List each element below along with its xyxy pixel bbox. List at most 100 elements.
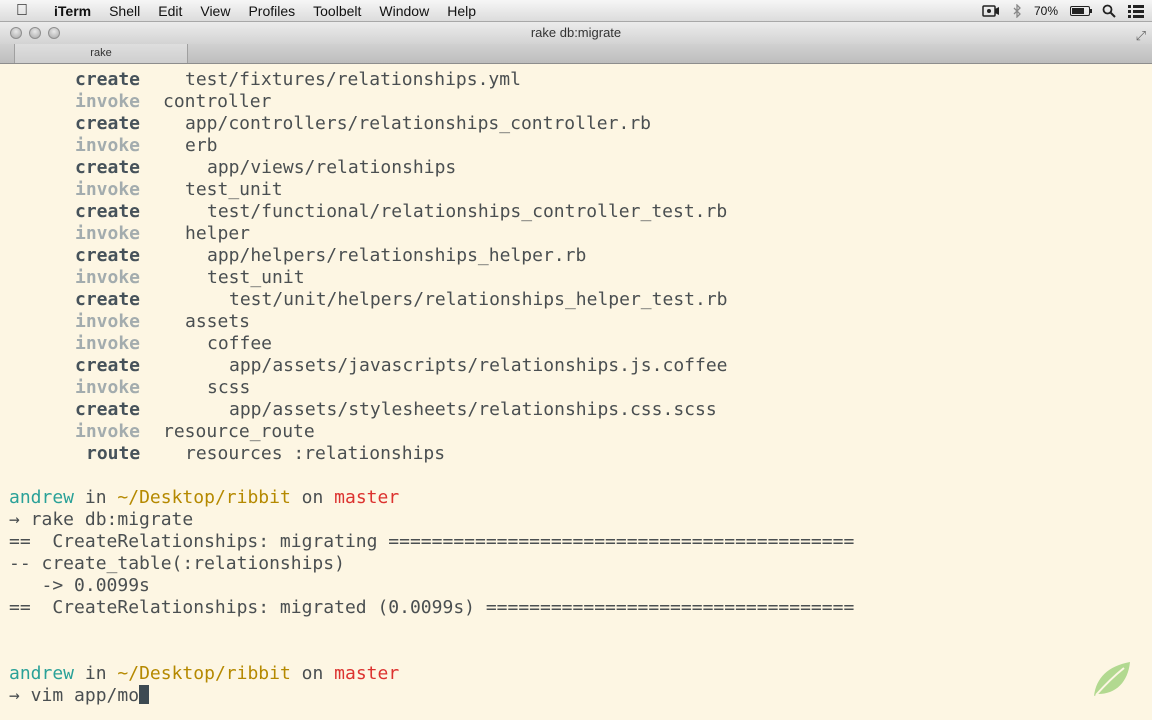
prompt-in: in [84,663,107,684]
generator-path: app/assets/stylesheets/relationships.css… [229,399,717,420]
generator-path: test_unit [185,179,283,200]
menu-toolbelt[interactable]: Toolbelt [304,0,370,22]
generator-path: scss [207,377,251,398]
migration-text: == CreateRelationships: migrating ======… [9,531,855,552]
menu-app-iterm[interactable]: iTerm [44,0,100,22]
zoom-window-button[interactable] [48,27,60,39]
terminal-output[interactable]: create test/fixtures/relationships.yml inv… [0,64,1152,720]
generator-line: invoke resource_route [0,421,1152,443]
migration-text: == CreateRelationships: migrated (0.0099… [9,597,855,618]
generator-line: invoke controller [0,91,1152,113]
generator-path: erb [185,135,218,156]
generator-path: app/controllers/relationships_controller… [185,113,651,134]
generator-line: create app/views/relationships [0,157,1152,179]
generator-path: test/fixtures/relationships.yml [185,69,521,90]
generator-action: create [75,201,141,222]
battery-percent[interactable]: 70% [1034,4,1058,18]
leaf-logo-icon [1094,662,1130,696]
command-input-line[interactable]: → vim app/mo [0,685,1152,707]
generator-line: create app/controllers/relationships_cont… [0,113,1152,135]
generator-line: create test/functional/relationships_cont… [0,201,1152,223]
prompt-on: on [301,487,324,508]
generator-action: create [75,245,141,266]
migration-text: -> 0.0099s [9,575,150,596]
generator-line: invoke assets [0,311,1152,333]
menu-bar:  iTerm Shell Edit View Profiles Toolbel… [0,0,1152,22]
menu-window[interactable]: Window [370,0,438,22]
generator-action: route [86,443,141,464]
generator-path: app/views/relationships [207,157,457,178]
spotlight-search-icon[interactable] [1102,4,1116,18]
generator-line: invoke scss [0,377,1152,399]
generator-line: invoke coffee [0,333,1152,355]
window-title: rake db:migrate [530,25,622,40]
prompt-directory: ~/Desktop/ribbit [117,663,291,684]
prompt-line: andrew in ~/Desktop/ribbit on master [0,487,1152,509]
prompt-line: andrew in ~/Desktop/ribbit on master [0,663,1152,685]
migration-line: == CreateRelationships: migrating ======… [0,531,1152,553]
menu-shell[interactable]: Shell [100,0,149,22]
menu-profiles[interactable]: Profiles [239,0,304,22]
generator-path: test_unit [207,267,305,288]
migration-line: -- create_table(:relationships) [0,553,1152,575]
battery-icon[interactable] [1070,6,1092,16]
prompt-user: andrew [9,487,75,508]
migration-text: -- create_table(:relationships) [9,553,345,574]
generator-action: invoke [75,311,141,332]
menu-edit[interactable]: Edit [149,0,191,22]
generator-path: resources :relationships [185,443,446,464]
tab-rake[interactable]: rake [14,44,188,63]
generator-action: create [75,355,141,376]
generator-output: create test/fixtures/relationships.yml inv… [0,69,1152,465]
apple-menu-icon[interactable]:  [0,2,44,20]
migration-line: -> 0.0099s [0,575,1152,597]
generator-path: test/functional/relationships_controller… [207,201,728,222]
command-text: → rake db:migrate [9,509,194,530]
minimize-window-button[interactable] [29,27,41,39]
generator-path: coffee [207,333,273,354]
generator-action: invoke [75,91,141,112]
generator-action: invoke [75,135,141,156]
generator-path: controller [163,91,272,112]
generator-action: create [75,399,141,420]
notification-center-icon[interactable] [1128,4,1144,18]
generator-path: test/unit/helpers/relationships_helper_t… [229,289,728,310]
prompt-in: in [84,487,107,508]
generator-line: create test/fixtures/relationships.yml [0,69,1152,91]
generator-line: create app/assets/javascripts/relationshi… [0,355,1152,377]
generator-line: route resources :relationships [0,443,1152,465]
generator-action: create [75,157,141,178]
generator-action: invoke [75,333,141,354]
menu-extras: 70% [982,0,1144,22]
generator-line: invoke erb [0,135,1152,157]
generator-path: app/assets/javascripts/relationships.js.… [229,355,728,376]
generator-action: invoke [75,179,141,200]
close-window-button[interactable] [10,27,22,39]
tab-bar: rake [0,44,1152,64]
window-controls [10,27,60,39]
menu-view[interactable]: View [191,0,239,22]
generator-action: invoke [75,421,141,442]
prompt-user: andrew [9,663,75,684]
generator-path: app/helpers/relationships_helper.rb [207,245,587,266]
generator-path: helper [185,223,251,244]
prompt-directory: ~/Desktop/ribbit [117,487,291,508]
menu-help[interactable]: Help [438,0,485,22]
window-title-bar[interactable]: rake db:migrate ⤢ [0,22,1152,44]
generator-line: create app/assets/stylesheets/relationshi… [0,399,1152,421]
generator-action: invoke [75,267,141,288]
generator-line: create app/helpers/relationships_helper.r… [0,245,1152,267]
generator-action: invoke [75,223,141,244]
migration-line: == CreateRelationships: migrated (0.0099… [0,597,1152,619]
screen-recording-icon[interactable] [982,5,1000,17]
generator-action: create [75,69,141,90]
command-line: → rake db:migrate [0,509,1152,531]
current-command[interactable]: → vim app/mo [9,685,139,706]
generator-path: resource_route [163,421,315,442]
generator-line: create test/unit/helpers/relationships_he… [0,289,1152,311]
bluetooth-icon[interactable] [1012,4,1022,18]
generator-line: invoke helper [0,223,1152,245]
